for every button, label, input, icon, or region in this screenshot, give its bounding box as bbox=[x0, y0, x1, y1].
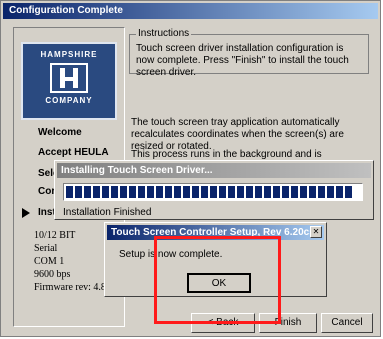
progress-block bbox=[246, 186, 253, 198]
close-icon[interactable]: ✕ bbox=[310, 226, 322, 238]
install-progress-bar bbox=[63, 183, 363, 201]
progress-block bbox=[138, 186, 145, 198]
red-highlight-box bbox=[154, 236, 281, 324]
installing-dialog-title: Installing Touch Screen Driver... bbox=[57, 163, 371, 178]
progress-block bbox=[237, 186, 244, 198]
progress-block bbox=[111, 186, 118, 198]
progress-block bbox=[120, 186, 127, 198]
progress-block bbox=[255, 186, 262, 198]
progress-block bbox=[219, 186, 226, 198]
progress-block bbox=[327, 186, 334, 198]
logo-top-text: HAMPSHIRE bbox=[40, 50, 98, 59]
progress-block bbox=[264, 186, 271, 198]
cancel-button[interactable]: Cancel bbox=[321, 313, 373, 333]
device-firmware: Firmware rev: 4.8 bbox=[34, 282, 106, 293]
progress-block bbox=[228, 186, 235, 198]
logo-mark-icon bbox=[50, 63, 88, 93]
progress-block bbox=[291, 186, 298, 198]
progress-block bbox=[183, 186, 190, 198]
progress-block bbox=[192, 186, 199, 198]
step-accept-heula: Accept HEULA bbox=[38, 147, 109, 158]
progress-block bbox=[336, 186, 343, 198]
current-step-arrow-icon bbox=[22, 208, 30, 218]
installing-dialog: Installing Touch Screen Driver... Instal… bbox=[54, 160, 374, 220]
hampshire-logo: HAMPSHIRE COMPANY bbox=[21, 42, 117, 120]
step-welcome: Welcome bbox=[38, 127, 82, 138]
progress-fill bbox=[66, 186, 352, 198]
device-port: COM 1 bbox=[34, 256, 65, 267]
progress-block bbox=[345, 186, 352, 198]
tray-app-description: The touch screen tray application automa… bbox=[131, 117, 344, 152]
progress-block bbox=[318, 186, 325, 198]
step-configure: Cor bbox=[38, 186, 56, 197]
progress-block bbox=[165, 186, 172, 198]
progress-block bbox=[93, 186, 100, 198]
progress-block bbox=[201, 186, 208, 198]
progress-block bbox=[66, 186, 73, 198]
progress-block bbox=[129, 186, 136, 198]
logo-bottom-text: COMPANY bbox=[45, 96, 93, 105]
progress-block bbox=[210, 186, 217, 198]
window-titlebar: Configuration Complete bbox=[3, 3, 378, 19]
instructions-group: Instructions Touch screen driver install… bbox=[129, 28, 369, 78]
device-interface: Serial bbox=[34, 243, 58, 254]
progress-block bbox=[174, 186, 181, 198]
instructions-text: Touch screen driver installation configu… bbox=[136, 43, 349, 78]
progress-block bbox=[282, 186, 289, 198]
progress-block bbox=[84, 186, 91, 198]
instructions-label: Instructions bbox=[136, 28, 192, 39]
progress-block bbox=[156, 186, 163, 198]
progress-block bbox=[147, 186, 154, 198]
install-status-text: Installation Finished bbox=[63, 207, 152, 218]
progress-block bbox=[102, 186, 109, 198]
window-title: Configuration Complete bbox=[9, 5, 123, 16]
progress-block bbox=[273, 186, 280, 198]
device-baud: 9600 bps bbox=[34, 269, 71, 280]
progress-block bbox=[75, 186, 82, 198]
progress-block bbox=[300, 186, 307, 198]
progress-block bbox=[309, 186, 316, 198]
device-bits: 10/12 BIT bbox=[34, 230, 76, 241]
